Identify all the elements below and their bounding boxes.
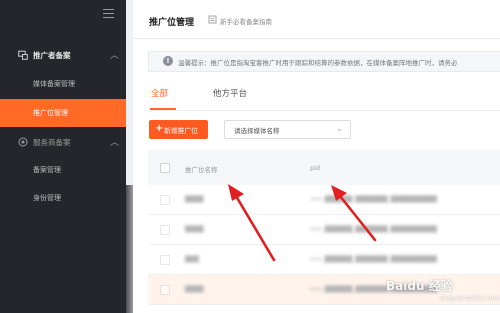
- sidebar-item-label: 身份管理: [33, 194, 61, 202]
- tab-other-platform[interactable]: 他方平台: [213, 87, 247, 99]
- menu-toggle-icon[interactable]: [103, 9, 114, 19]
- row-checkbox[interactable]: [160, 255, 170, 265]
- watermark: Baidu 经验 jingyan.baidu.com: [380, 276, 500, 308]
- watermark-subtext: jingyan.baidu.com: [440, 294, 500, 302]
- row-checkbox[interactable]: [160, 285, 170, 295]
- column-header-name: 推广位名称: [185, 166, 218, 174]
- sidebar-group-label: 推广者备案: [33, 51, 71, 60]
- add-adzone-label: 新增推广位: [164, 127, 198, 135]
- notice-bar: ! 温馨提示：推广位是指淘宝客推广时用于跟踪和结算的参数依据，在媒体备案阵地推广…: [148, 51, 500, 72]
- row-checkbox[interactable]: [160, 195, 170, 205]
- table-row[interactable]: ████ mm_██████_███████_██████████: [148, 185, 500, 215]
- tab-bar: 全部 他方平台: [148, 84, 500, 111]
- plus-icon: +: [155, 123, 164, 134]
- sidebar-item-label: 备案管理: [33, 166, 61, 174]
- main-content: 推广位管理 新手必看备案指南 ! 温馨提示：推广位是指淘宝客推广时用于跟踪和结算…: [133, 0, 500, 313]
- watermark-text: Baidu 经验: [386, 279, 453, 293]
- sidebar: 推广者备案 ︿ 媒体备案管理 推广位管理 服务商备案 ︿ 备案管理 身份管理: [0, 0, 126, 313]
- page-title: 推广位管理: [149, 18, 195, 28]
- sidebar-group-promoter[interactable]: 推广者备案 ︿: [0, 44, 126, 66]
- sidebar-group-service-provider[interactable]: 服务商备案 ︿: [0, 131, 126, 153]
- media-select[interactable]: 请选择媒体名称 ⌄: [224, 120, 351, 139]
- sidebar-item-identity-management[interactable]: 身份管理: [0, 186, 126, 210]
- sidebar-item-filing-management[interactable]: 备案管理: [0, 158, 126, 182]
- page-header: 推广位管理 新手必看备案指南: [133, 0, 500, 39]
- row-name: ███: [185, 256, 199, 263]
- table-row[interactable]: ███ mm_██████_███████_██████████: [148, 245, 500, 275]
- chevron-up-icon[interactable]: ︿: [110, 48, 119, 61]
- row-name: ████: [185, 226, 204, 233]
- tab-all[interactable]: 全部: [151, 87, 168, 99]
- guide-link[interactable]: 新手必看备案指南: [220, 16, 272, 26]
- media-select-placeholder: 请选择媒体名称: [234, 127, 280, 135]
- table-row[interactable]: ████ mm_██████_███████_██████████: [148, 215, 500, 245]
- sidebar-item-adzone-management[interactable]: 推广位管理: [0, 99, 126, 127]
- row-name: ████: [185, 196, 204, 203]
- sidebar-item-label: 媒体备案管理: [33, 80, 75, 88]
- active-tab-indicator: [150, 108, 176, 110]
- service-provider-icon: [18, 137, 28, 147]
- table-header: 推广位名称 pid: [148, 150, 500, 185]
- column-header-pid: pid: [310, 164, 321, 172]
- guide-book-icon[interactable]: [208, 15, 217, 24]
- add-adzone-button[interactable]: + 新增推广位: [149, 120, 208, 139]
- sidebar-group-label: 服务商备案: [33, 138, 71, 147]
- info-icon: !: [163, 56, 173, 66]
- row-pid: mm_██████_███████_██████████: [310, 196, 437, 203]
- row-checkbox[interactable]: [160, 225, 170, 235]
- chevron-down-icon: ⌄: [336, 124, 343, 133]
- sidebar-item-media-filing[interactable]: 媒体备案管理: [0, 72, 126, 96]
- row-pid: mm_██████_███████_██████████: [310, 256, 437, 263]
- promoter-icon: [18, 50, 28, 60]
- chevron-up-icon[interactable]: ︿: [110, 135, 119, 148]
- sidebar-item-label: 推广位管理: [33, 109, 68, 117]
- notice-text: 温馨提示：推广位是指淘宝客推广时用于跟踪和结算的参数依据，在媒体备案阵地推广时，…: [178, 59, 458, 67]
- row-pid: mm_██████_███████_██████████: [310, 226, 437, 233]
- row-name: ████: [185, 286, 204, 293]
- select-all-checkbox[interactable]: [160, 163, 170, 173]
